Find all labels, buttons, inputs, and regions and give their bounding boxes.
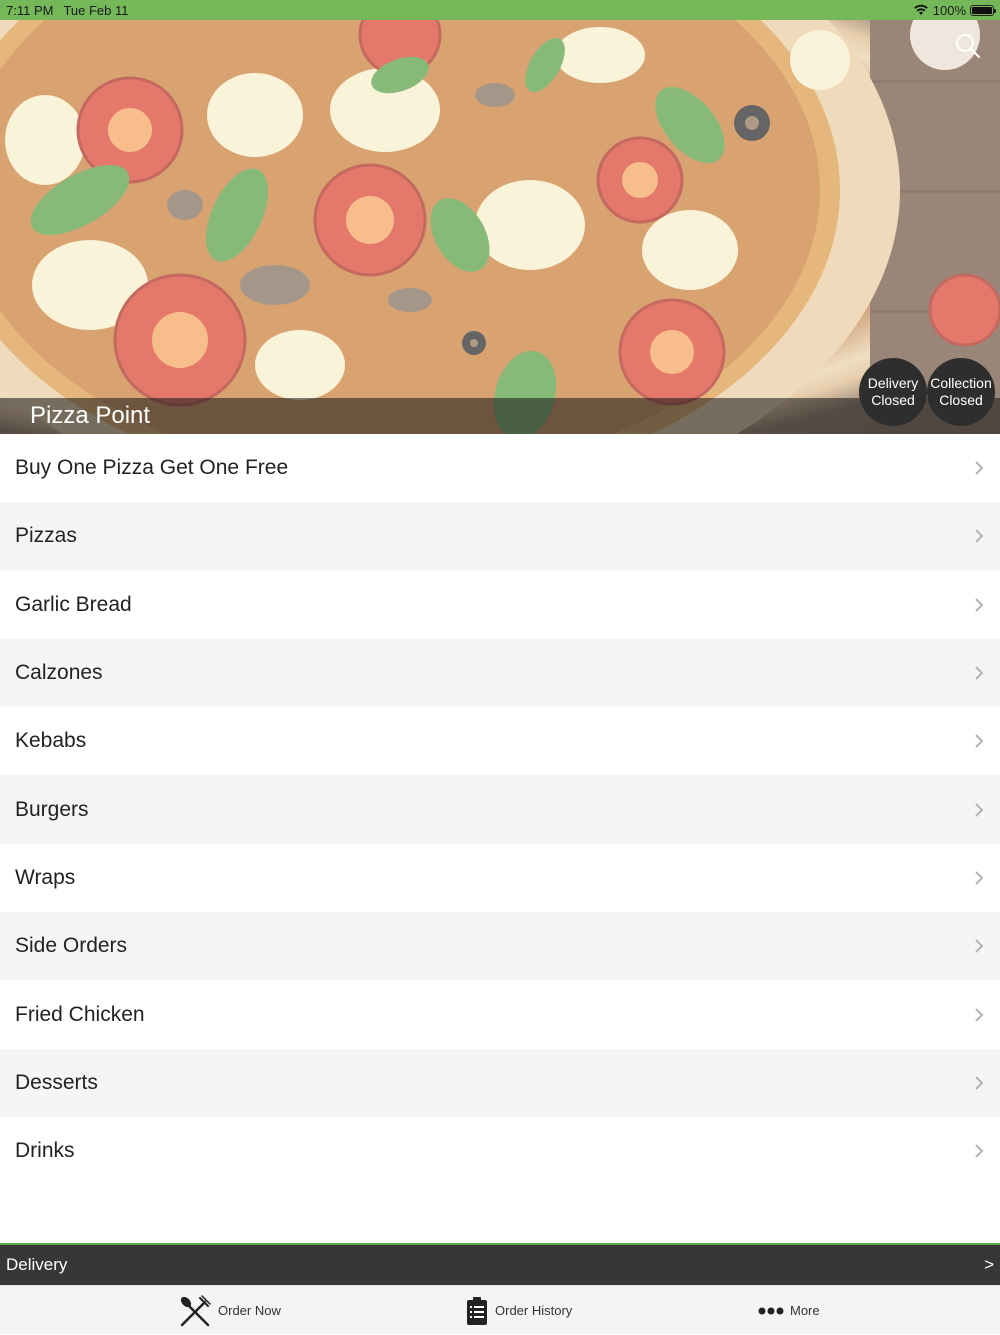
status-bar: 7:11 PM Tue Feb 11 100% [0,0,1000,20]
tab-order-now[interactable]: Order Now [178,1286,281,1335]
status-date: Tue Feb 11 [63,2,129,18]
chevron-right-icon [975,1076,984,1090]
menu-item-wraps[interactable]: Wraps [0,843,1000,913]
chevron-right-icon [975,939,984,953]
tab-label: Order Now [218,1303,281,1318]
tab-more[interactable]: More [758,1286,820,1335]
hero-banner: Pizza Point Delivery Closed Collection C… [0,20,1000,434]
status-time: 7:11 PM [6,2,54,18]
collection-status-value: Closed [939,392,983,408]
menu-item-label: Buy One Pizza Get One Free [15,456,289,480]
collection-status-label: Collection [930,375,992,391]
wifi-icon [913,4,928,15]
chevron-right-icon [975,871,984,885]
menu-item-label: Garlic Bread [15,592,132,616]
restaurant-title-band: Pizza Point [0,398,1000,434]
menu-item-label: Side Orders [15,934,128,958]
battery-icon [970,4,996,16]
search-icon[interactable] [954,32,982,60]
menu-item-side-orders[interactable]: Side Orders [0,912,1000,981]
order-mode-bar[interactable]: Delivery > [0,1243,1000,1285]
menu-item-fried-chicken[interactable]: Fried Chicken [0,980,1000,1049]
delivery-status-value: Closed [871,392,915,408]
collection-status-badge: Collection Closed [927,358,995,426]
order-mode-label: Delivery [6,1255,68,1274]
chevron-right-icon [975,802,984,817]
menu-item-buy-one-get-one[interactable]: Buy One Pizza Get One Free [0,434,1000,503]
tab-label: More [790,1303,820,1318]
menu-item-label: Burgers [15,797,89,821]
restaurant-name: Pizza Point [30,402,151,429]
menu-item-label: Kebabs [15,729,87,753]
chevron-right-icon [975,1007,984,1022]
status-right: 100% [913,2,996,18]
menu-item-label: Drinks [15,1139,75,1163]
menu-item-label: Fried Chicken [15,1002,145,1026]
tab-order-history[interactable]: Order History [465,1286,572,1335]
bottom-tab-bar: Order Now Order History More [0,1285,1000,1334]
menu-item-burgers[interactable]: Burgers [0,775,1000,844]
clipboard-list-icon [467,1296,487,1325]
chevron-right-icon [975,734,984,749]
menu-item-garlic-bread[interactable]: Garlic Bread [0,570,1000,639]
menu-item-label: Pizzas [15,524,77,548]
fork-knife-icon [180,1294,211,1326]
delivery-status-label: Delivery [867,375,919,391]
order-mode-arrow: > [984,1255,994,1274]
more-dots-icon [758,1307,784,1314]
menu-item-desserts[interactable]: Desserts [0,1048,1000,1117]
chevron-right-icon [975,461,984,475]
menu-item-label: Calzones [15,661,103,685]
tab-label: Order History [495,1303,573,1318]
chevron-right-icon [975,529,984,544]
menu-item-kebabs[interactable]: Kebabs [0,707,1000,776]
battery-percent: 100% [932,2,966,18]
menu-item-drinks[interactable]: Drinks [0,1116,1000,1186]
menu-item-pizzas[interactable]: Pizzas [0,502,1000,571]
menu-category-list: Buy One Pizza Get One Free Pizzas Garlic… [0,434,1000,1186]
delivery-status-badge: Delivery Closed [859,358,927,426]
chevron-right-icon [975,1144,984,1158]
menu-item-label: Wraps [15,865,76,889]
chevron-right-icon [975,598,984,612]
menu-item-label: Desserts [15,1070,98,1094]
chevron-right-icon [975,666,984,680]
menu-item-calzones[interactable]: Calzones [0,638,1000,708]
